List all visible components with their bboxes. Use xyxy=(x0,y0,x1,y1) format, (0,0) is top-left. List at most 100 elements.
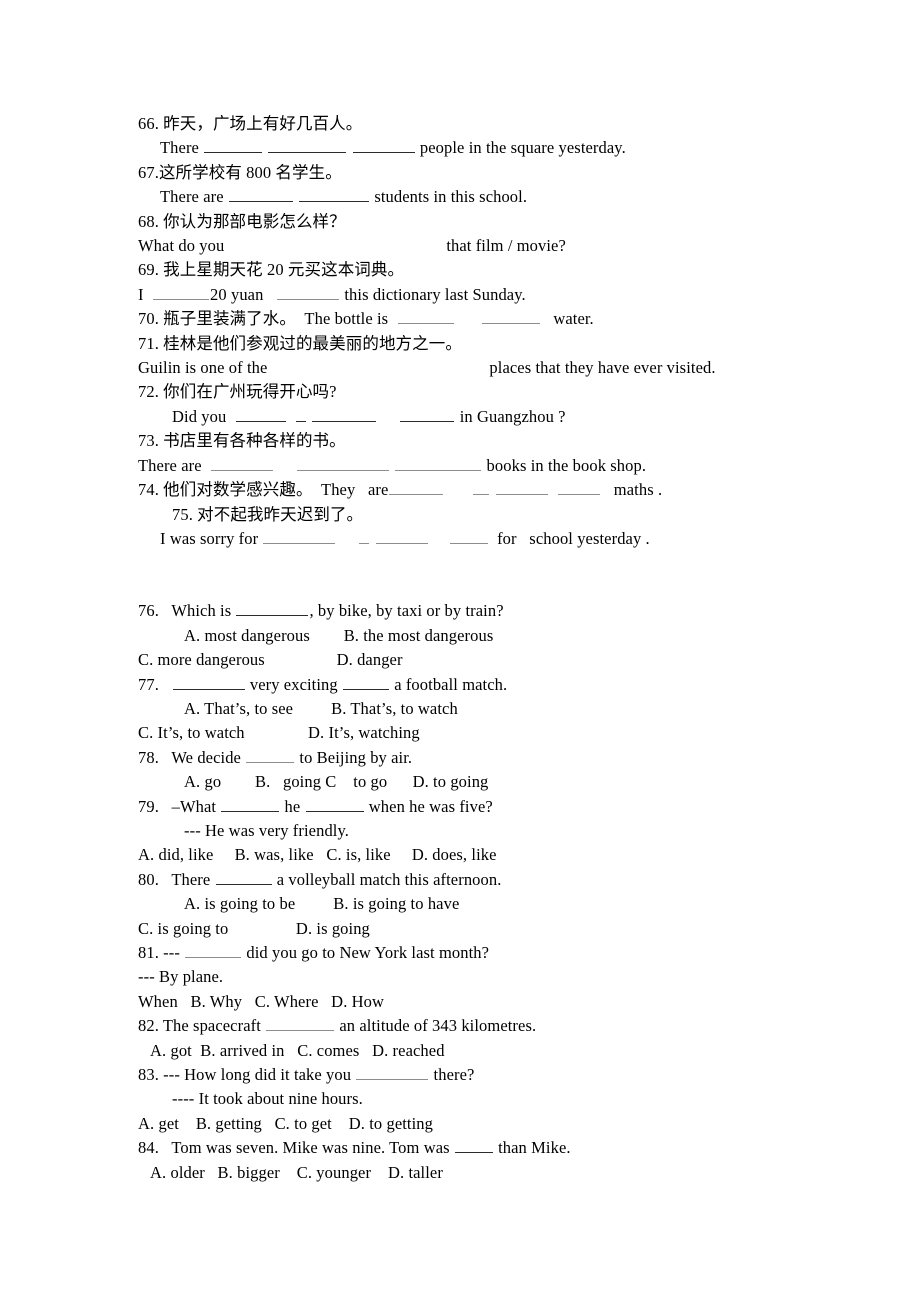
answer-blank[interactable] xyxy=(236,600,309,617)
answer-blank[interactable] xyxy=(221,795,280,812)
answer-line[interactable]: There people in the square yesterday. xyxy=(138,136,800,160)
choice-line[interactable]: A. most dangerous B. the most dangerous xyxy=(138,624,800,648)
answer-blank[interactable] xyxy=(473,479,490,496)
question-stem: 77. very exciting a football match. xyxy=(138,673,800,697)
answer-blank[interactable] xyxy=(277,284,340,300)
answer-blank[interactable] xyxy=(263,528,336,544)
line-text: when he was five? xyxy=(364,796,493,816)
line-text: people in the square yesterday. xyxy=(415,138,626,158)
choice-line[interactable]: --- By plane. xyxy=(138,965,800,989)
answer-blank[interactable] xyxy=(204,137,263,154)
section-multiple-choice: 76. Which is , by bike, by taxi or by tr… xyxy=(138,599,800,1185)
answer-blank[interactable] xyxy=(395,455,482,471)
answer-line[interactable]: Did you in Guangzhou ? xyxy=(138,405,800,429)
prompt-chinese: 书店里有各种各样的书。 xyxy=(158,431,346,451)
line-text: There xyxy=(158,869,215,889)
line-text: an altitude of 343 kilometres. xyxy=(335,1016,537,1036)
question-prompt: 67.这所学校有 800 名学生。 xyxy=(138,161,800,185)
answer-blank[interactable] xyxy=(153,284,210,300)
choice-line[interactable]: A. is going to be B. is going to have xyxy=(138,892,800,916)
choice-line[interactable]: --- He was very friendly. xyxy=(138,819,800,843)
line-text: for school yesterday . xyxy=(488,528,650,548)
answer-blank[interactable] xyxy=(558,479,601,496)
answer-blank[interactable] xyxy=(296,406,307,422)
answer-blank[interactable] xyxy=(268,137,347,154)
question-number: 84. xyxy=(138,1138,159,1158)
choice-line[interactable]: A. go B. going C to go D. to going xyxy=(138,770,800,794)
choice-line[interactable]: C. is going to D. is going xyxy=(138,917,800,941)
answer-blank[interactable] xyxy=(400,406,455,422)
line-text: to Beijing by air. xyxy=(295,747,413,767)
line-text xyxy=(390,456,394,475)
answer-blank[interactable] xyxy=(389,479,444,496)
question-prompt: 73. 书店里有各种各样的书。 xyxy=(138,429,800,453)
line-text: water. xyxy=(540,309,594,329)
answer-blank[interactable] xyxy=(185,942,242,958)
line-text: I xyxy=(138,284,153,304)
answer-blank[interactable] xyxy=(305,795,364,812)
question-prompt: 74. 他们对数学感兴趣。 They are maths . xyxy=(138,478,800,502)
question-prompt: 70. 瓶子里装满了水。 The bottle is water. xyxy=(138,307,800,331)
answer-blank[interactable] xyxy=(352,137,415,154)
choice-line[interactable]: A. did, like B. was, like C. is, like D.… xyxy=(138,843,800,867)
question-prompt: 66. 昨天，广场上有好几百人。 xyxy=(138,112,800,136)
line-text xyxy=(490,480,494,499)
line-text: I was sorry for xyxy=(160,528,263,548)
question-number: 72. xyxy=(138,382,159,402)
choice-line[interactable]: A. get B. getting C. to get D. to gettin… xyxy=(138,1112,800,1136)
answer-blank[interactable] xyxy=(481,308,540,325)
answer-blank[interactable] xyxy=(266,1015,335,1032)
choice-line[interactable]: A. older B. bigger C. younger D. taller xyxy=(138,1161,800,1185)
answer-blank[interactable] xyxy=(397,308,454,325)
answer-line[interactable]: There are students in this school. xyxy=(138,185,800,209)
question-number: 82. xyxy=(138,1016,159,1036)
answer-blank[interactable] xyxy=(449,528,488,544)
choice-line[interactable]: When B. Why C. Where D. How xyxy=(138,990,800,1014)
question-number: 68. xyxy=(138,211,159,231)
line-text: , by bike, by taxi or by train? xyxy=(309,601,504,621)
question-prompt: 71. 桂林是他们参观过的最美丽的地方之一。 xyxy=(138,332,800,356)
line-text: We decide xyxy=(158,747,246,767)
choice-line[interactable]: ---- It took about nine hours. xyxy=(138,1087,800,1111)
choice-line[interactable]: C. more dangerous D. danger xyxy=(138,648,800,672)
question-number: 83. xyxy=(138,1065,159,1085)
line-text: –What xyxy=(158,796,221,816)
answer-line[interactable]: Guilin is one of the places that they hav… xyxy=(138,356,800,380)
answer-line[interactable]: I was sorry for for school yesterday . xyxy=(138,527,800,551)
answer-blank[interactable] xyxy=(356,1064,429,1081)
answer-blank[interactable] xyxy=(297,455,390,471)
answer-blank[interactable] xyxy=(454,1137,493,1154)
answer-blank[interactable] xyxy=(172,673,245,690)
answer-blank[interactable] xyxy=(246,747,295,763)
answer-blank[interactable] xyxy=(312,406,377,422)
answer-blank[interactable] xyxy=(211,455,274,471)
question-stem: 80. There a volleyball match this aftern… xyxy=(138,868,800,892)
answer-blank[interactable] xyxy=(375,528,428,544)
line-text: There are xyxy=(138,455,211,475)
question-prompt: 72. 你们在广州玩得开心吗? xyxy=(138,380,800,404)
question-number: 69. xyxy=(138,260,159,280)
choice-line[interactable]: A. got B. arrived in C. comes D. reached xyxy=(138,1039,800,1063)
answer-blank[interactable] xyxy=(359,528,370,544)
line-text xyxy=(287,407,295,426)
answer-blank[interactable] xyxy=(495,479,548,496)
answer-blank[interactable] xyxy=(228,186,293,203)
prompt-chinese: 桂林是他们参观过的最美丽的地方之一。 xyxy=(158,333,462,353)
line-text xyxy=(549,480,557,499)
answer-blank[interactable] xyxy=(215,869,272,885)
answer-blank[interactable] xyxy=(235,406,286,422)
prompt-chinese: 你们在广州玩得开心吗? xyxy=(158,382,337,402)
answer-blank[interactable] xyxy=(299,186,370,203)
answer-line[interactable]: What do you that film / movie? xyxy=(138,234,800,258)
worksheet-content: 66. 昨天，广场上有好几百人。 There people in the squa… xyxy=(138,112,800,1185)
choice-line[interactable]: C. It’s, to watch D. It’s, watching xyxy=(138,721,800,745)
worksheet-page: 66. 昨天，广场上有好几百人。 There people in the squa… xyxy=(0,0,920,1302)
line-text: Did you xyxy=(172,406,235,426)
line-text: did you go to New York last month? xyxy=(242,943,490,962)
choice-line[interactable]: A. That’s, to see B. That’s, to watch xyxy=(138,697,800,721)
question-number: 79. xyxy=(138,796,159,816)
answer-line[interactable]: There are books in the book shop. xyxy=(138,454,800,478)
answer-line[interactable]: I 20 yuan this dictionary last Sunday. xyxy=(138,283,800,307)
answer-blank[interactable] xyxy=(342,673,389,690)
